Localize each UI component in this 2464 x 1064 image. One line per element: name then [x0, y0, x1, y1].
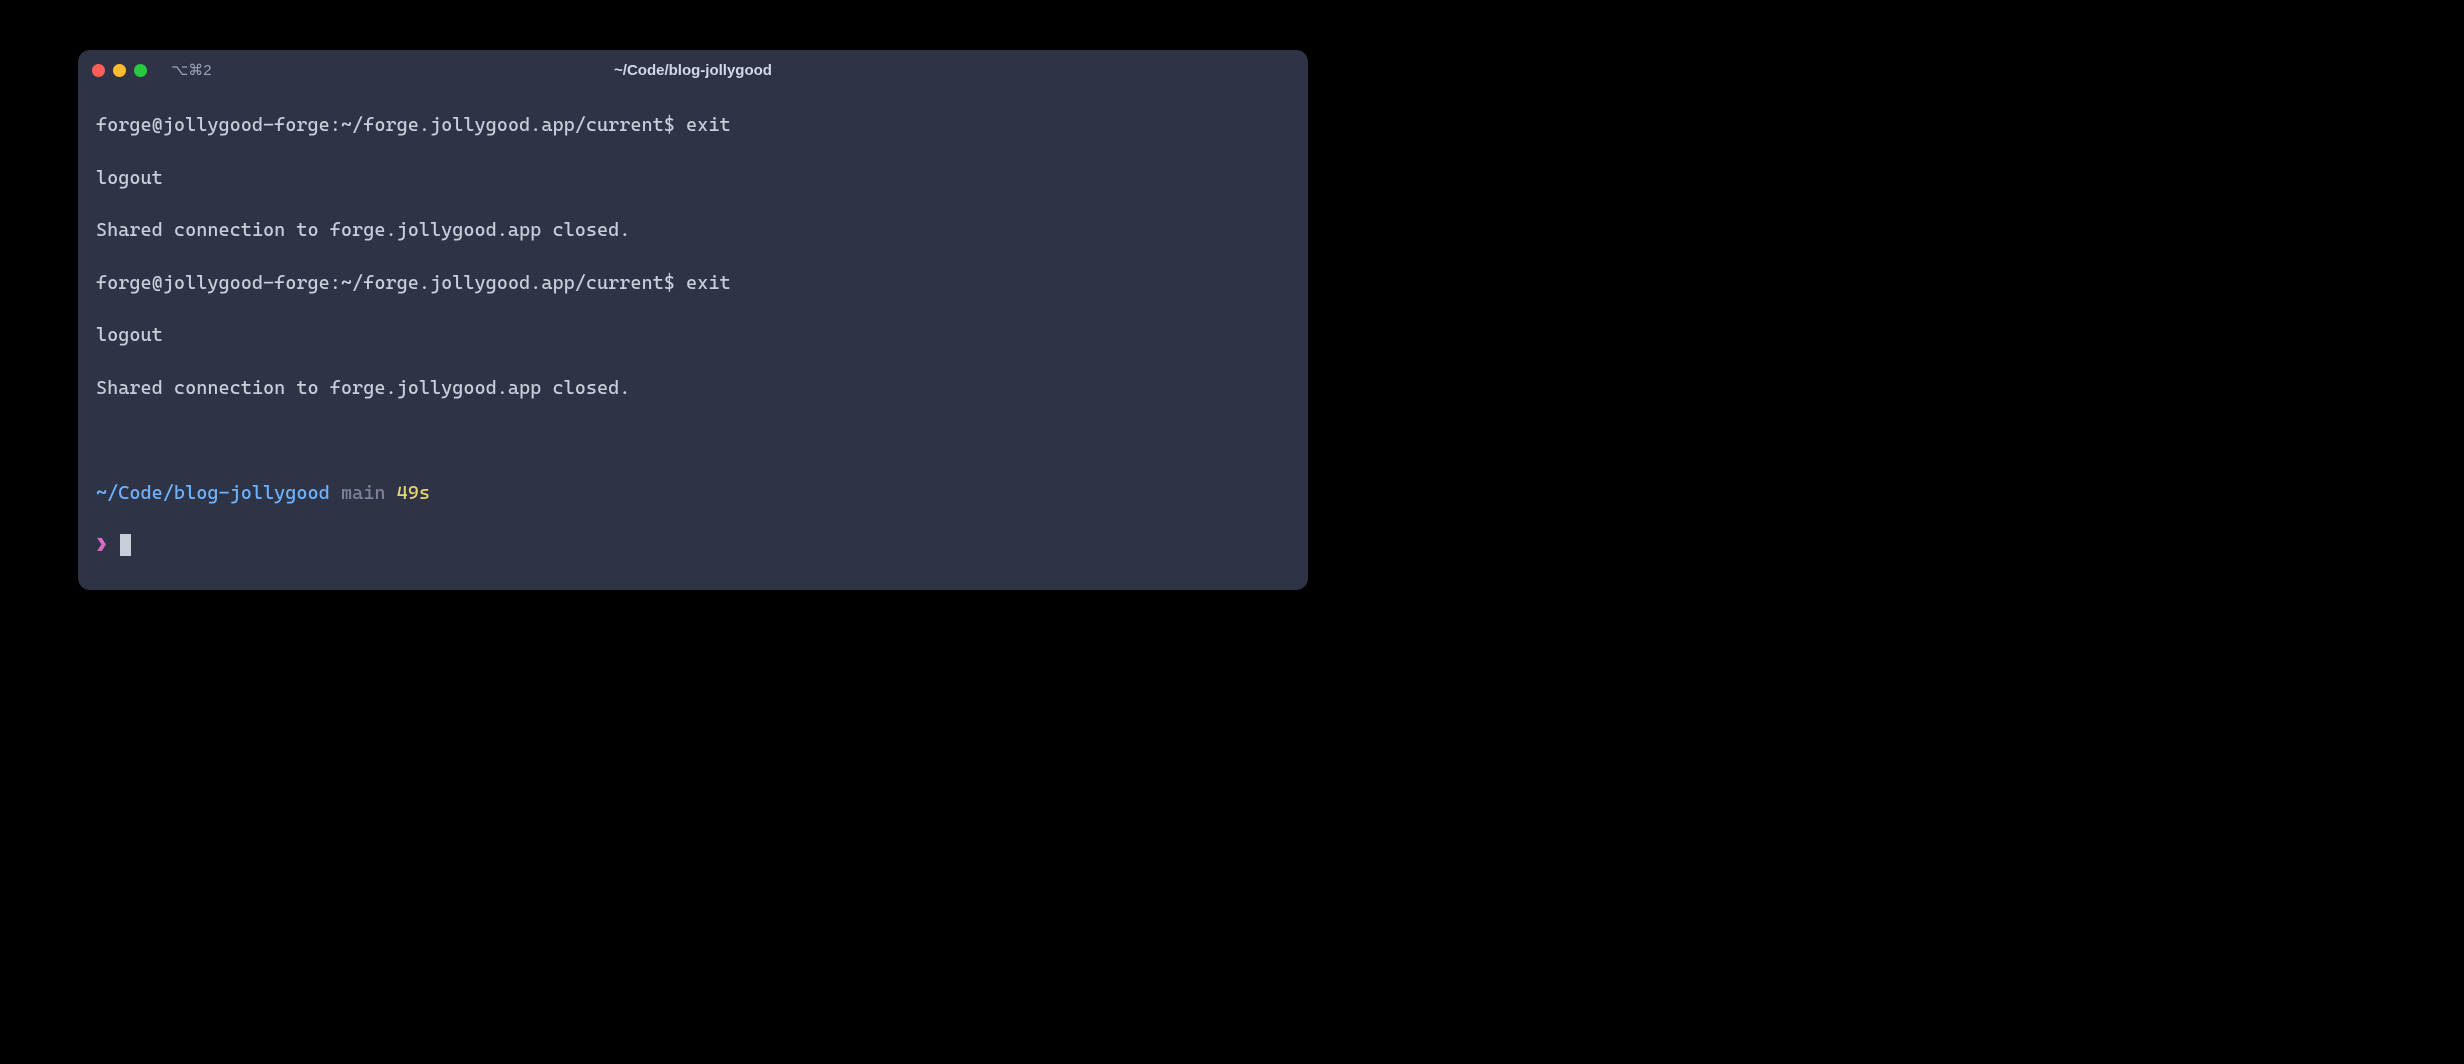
input-prompt-line[interactable]: ❯ [96, 532, 1290, 559]
traffic-lights [92, 64, 147, 77]
terminal-output-line: forge@jollygood-forge:~/forge.jollygood.… [96, 112, 1290, 139]
minimize-window-button[interactable] [113, 64, 126, 77]
command-text: exit [686, 114, 731, 136]
prompt-path: ~/Code/blog-jollygood [96, 482, 330, 504]
local-prompt-line: ~/Code/blog-jollygood main 49s [96, 480, 1290, 507]
title-bar: ⌥⌘2 ~/Code/blog-jollygood [78, 50, 1308, 90]
terminal-output-line: logout [96, 165, 1290, 192]
terminal-body[interactable]: forge@jollygood-forge:~/forge.jollygood.… [78, 90, 1308, 577]
prompt-git-branch: main [341, 482, 386, 504]
tab-shortcut-label: ⌥⌘2 [171, 61, 212, 79]
maximize-window-button[interactable] [134, 64, 147, 77]
remote-prompt: forge@jollygood-forge:~/forge.jollygood.… [96, 272, 686, 294]
terminal-output-line: Shared connection to forge.jollygood.app… [96, 375, 1290, 402]
terminal-output-line: forge@jollygood-forge:~/forge.jollygood.… [96, 270, 1290, 297]
remote-prompt: forge@jollygood-forge:~/forge.jollygood.… [96, 114, 686, 136]
close-window-button[interactable] [92, 64, 105, 77]
terminal-window: ⌥⌘2 ~/Code/blog-jollygood forge@jollygoo… [78, 50, 1308, 590]
blank-line [96, 428, 1290, 454]
window-title: ~/Code/blog-jollygood [614, 62, 772, 79]
terminal-output-line: Shared connection to forge.jollygood.app… [96, 217, 1290, 244]
chevron-icon: ❯ [96, 534, 107, 556]
command-text: exit [686, 272, 731, 294]
cursor-block [120, 534, 131, 556]
prompt-duration: 49s [397, 482, 430, 504]
terminal-output-line: logout [96, 322, 1290, 349]
